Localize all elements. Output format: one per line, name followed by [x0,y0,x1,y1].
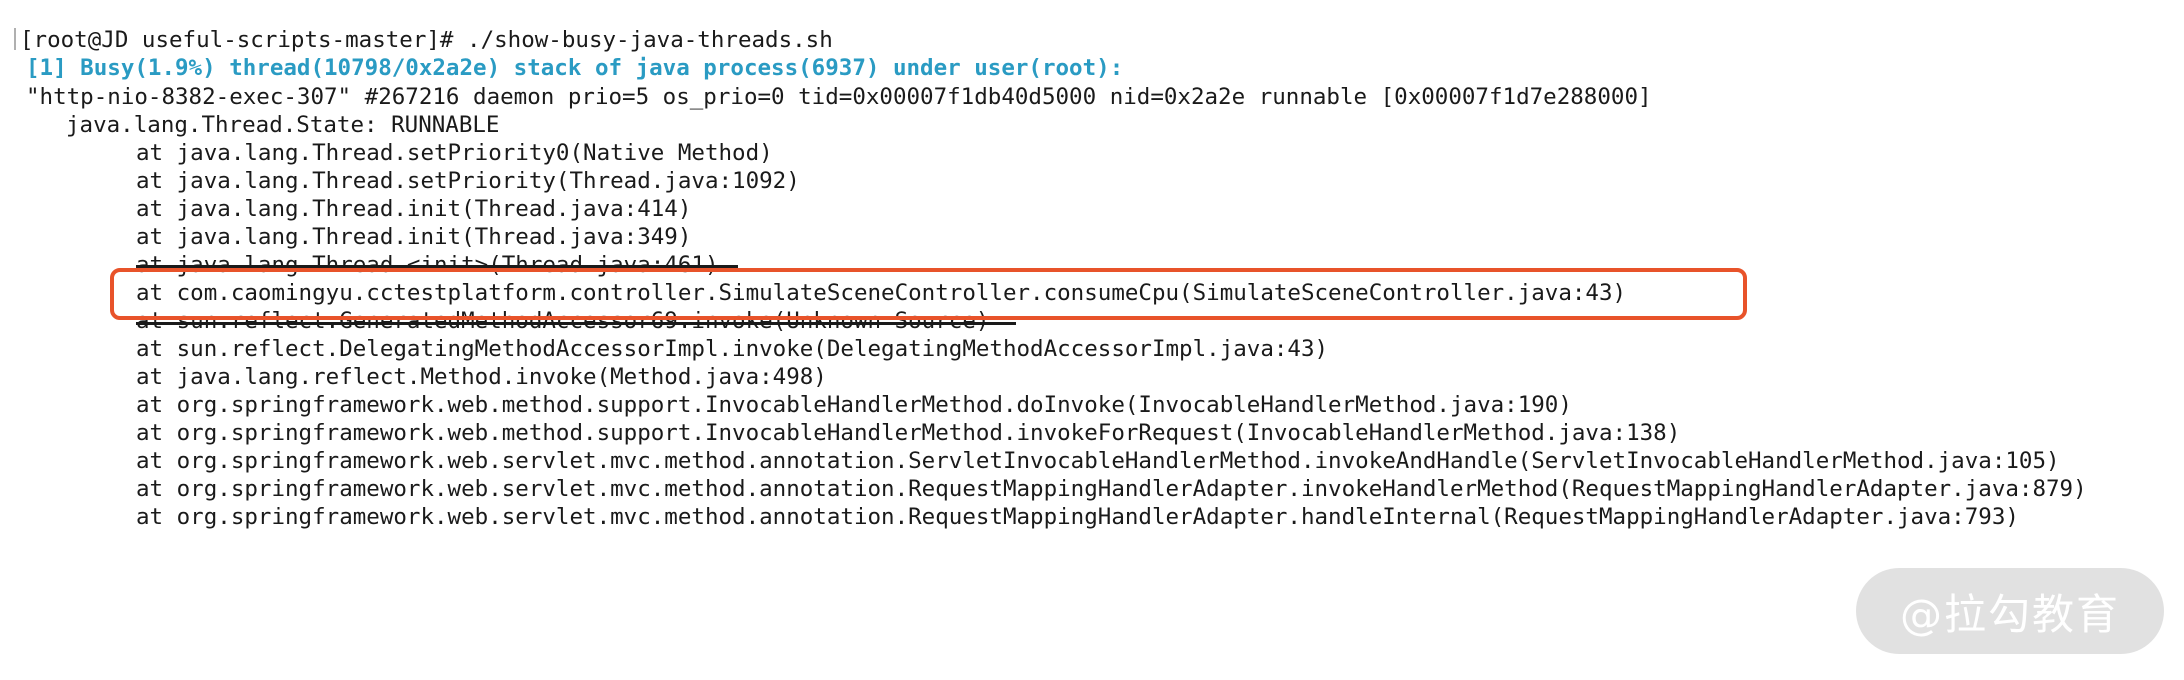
stack-frame: at org.springframework.web.servlet.mvc.m… [136,448,2060,474]
stack-frame-highlighted: at com.caomingyu.cctestplatform.controll… [136,280,1627,306]
command-text: [root@JD useful-scripts-master]# ./show-… [20,27,833,53]
command-line: [root@JD useful-scripts-master]# ./show-… [14,26,833,54]
stack-frame: at java.lang.Thread.init(Thread.java:414… [136,196,692,222]
stack-frame: at java.lang.Thread.setPriority(Thread.j… [136,168,800,194]
stack-frame: at org.springframework.web.servlet.mvc.m… [136,476,2087,502]
stack-frame: at java.lang.Thread.init(Thread.java:349… [136,224,692,250]
thread-state: java.lang.Thread.State: RUNNABLE [66,112,500,138]
stack-frame: at org.springframework.web.method.suppor… [136,392,1572,418]
thread-info: "http-nio-8382-exec-307" #267216 daemon … [26,84,1652,110]
watermark-badge: @拉勾教育 [1856,568,2164,654]
terminal-window[interactable]: [root@JD useful-scripts-master]# ./show-… [0,0,2184,680]
annotation-strike-top [136,265,738,268]
stack-frame: at java.lang.Thread.setPriority0(Native … [136,140,773,166]
busy-thread-header: [1] Busy(1.9%) thread(10798/0x2a2e) stac… [26,55,1124,81]
stack-frame: at org.springframework.web.method.suppor… [136,420,1681,446]
stack-frame: at sun.reflect.GeneratedMethodAccessor69… [136,308,990,334]
stack-frame: at java.lang.reflect.Method.invoke(Metho… [136,364,827,390]
cursor-marker [14,28,16,50]
stack-frame: at sun.reflect.DelegatingMethodAccessorI… [136,336,1329,362]
stack-frame: at org.springframework.web.servlet.mvc.m… [136,504,2019,530]
annotation-strike-bottom [136,322,1016,325]
